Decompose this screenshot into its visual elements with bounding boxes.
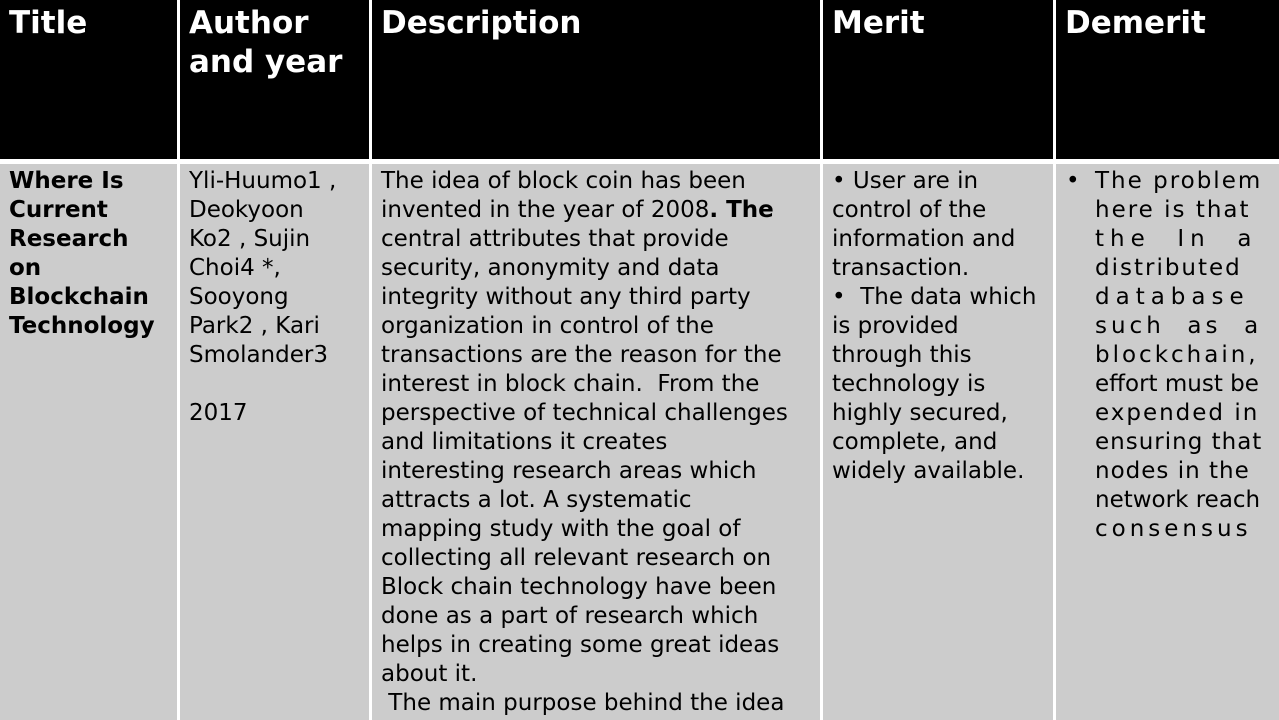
demerit-line: blockchain, (1095, 342, 1259, 368)
description-line: and limitations it creates (381, 429, 668, 455)
demerit-line: nodes in the (1095, 458, 1250, 484)
demerit-line: database (1095, 284, 1250, 310)
description-line: done as a part of research which (381, 603, 759, 629)
merit-line: highly secured, (832, 400, 1008, 426)
header-author-and-year: Author and year (180, 0, 372, 164)
merit-line: • The data which (832, 284, 1037, 310)
description-line: attracts a lot. A systematic (381, 487, 692, 513)
description-line: perspective of technical challenges (381, 400, 788, 426)
merit-line: through this (832, 342, 972, 368)
demerit-line: distributed (1095, 255, 1242, 281)
demerit-line: here is that (1095, 197, 1251, 223)
authors-year-cell: Yli-Huumo1 , Deokyoon Ko2 , Sujin Choi4 … (180, 164, 372, 720)
merit-cell: • User are in control of the information… (823, 164, 1056, 720)
demerit-line: ensuring that (1095, 429, 1263, 455)
demerit-cell: • The problem here is that the In a dist… (1056, 164, 1279, 720)
merit-line: is provided (832, 313, 959, 339)
author-line: Park2 , Kari (189, 313, 320, 339)
paper-title-line: on (9, 255, 42, 281)
description-bold-fragment: . The (709, 197, 774, 223)
header-demerit: Demerit (1056, 0, 1279, 164)
description-line: interesting research areas which (381, 458, 757, 484)
author-line: Deokyoon (189, 197, 304, 223)
description-line: The main purpose behind the idea (381, 690, 785, 716)
description-line: about it. (381, 661, 478, 687)
description-line: organization in control of the (381, 313, 714, 339)
header-description: Description (372, 0, 823, 164)
paper-title-line: Current (9, 197, 108, 223)
demerit-bullet: • (1066, 168, 1080, 194)
description-line: transactions are the reason for the (381, 342, 782, 368)
literature-survey-slide: Title Author and year Description Merit … (0, 0, 1279, 720)
description-line: The idea of block coin has been (381, 168, 746, 194)
demerit-line: expended in (1095, 400, 1260, 426)
description-cell: The idea of block coin has been invented… (372, 164, 823, 720)
demerit-line: network reach (1095, 487, 1261, 513)
description-line: security, anonymity and data (381, 255, 720, 281)
table-header-row: Title Author and year Description Merit … (0, 0, 1279, 164)
literature-survey-table: Title Author and year Description Merit … (0, 0, 1279, 720)
description-line: Block chain technology have been (381, 574, 777, 600)
merit-line: transaction. (832, 255, 970, 281)
author-line: Sooyong (189, 284, 289, 310)
author-line: Choi4 *, (189, 255, 281, 281)
description-line: mapping study with the goal of (381, 516, 741, 542)
merit-line: widely available. (832, 458, 1025, 484)
merit-line: technology is (832, 371, 986, 397)
demerit-line: the In a (1095, 226, 1258, 252)
description-line: integrity without any third party (381, 284, 751, 310)
merit-line: complete, and (832, 429, 998, 455)
description-line: collecting all relevant research on (381, 545, 772, 571)
merit-line: • User are in (832, 168, 979, 194)
demerit-line: consensus (1095, 516, 1252, 542)
demerit-line: The problem (1095, 168, 1263, 194)
demerit-line: such as a (1095, 313, 1263, 339)
description-line: invented in the year of 2008. The (381, 197, 774, 223)
description-line: central attributes that provide (381, 226, 729, 252)
author-line: Yli-Huumo1 , (189, 168, 337, 194)
paper-title-line: Blockchain (9, 284, 149, 310)
table-row: Where Is Current Research on Blockchain … (0, 164, 1279, 720)
description-line: interest in block chain. From the (381, 371, 760, 397)
author-line: Ko2 , Sujin (189, 226, 311, 252)
author-line: Smolander3 (189, 342, 328, 368)
publication-year: 2017 (189, 400, 248, 426)
paper-title-line: Technology (9, 313, 155, 339)
description-line: helps in creating some great ideas (381, 632, 780, 658)
paper-title-line: Where Is (9, 168, 124, 194)
header-merit: Merit (823, 0, 1056, 164)
paper-title-cell: Where Is Current Research on Blockchain … (0, 164, 180, 720)
demerit-line: effort must be (1095, 371, 1259, 397)
header-title: Title (0, 0, 180, 164)
merit-line: control of the (832, 197, 987, 223)
merit-line: information and (832, 226, 1016, 252)
paper-title-line: Research (9, 226, 129, 252)
